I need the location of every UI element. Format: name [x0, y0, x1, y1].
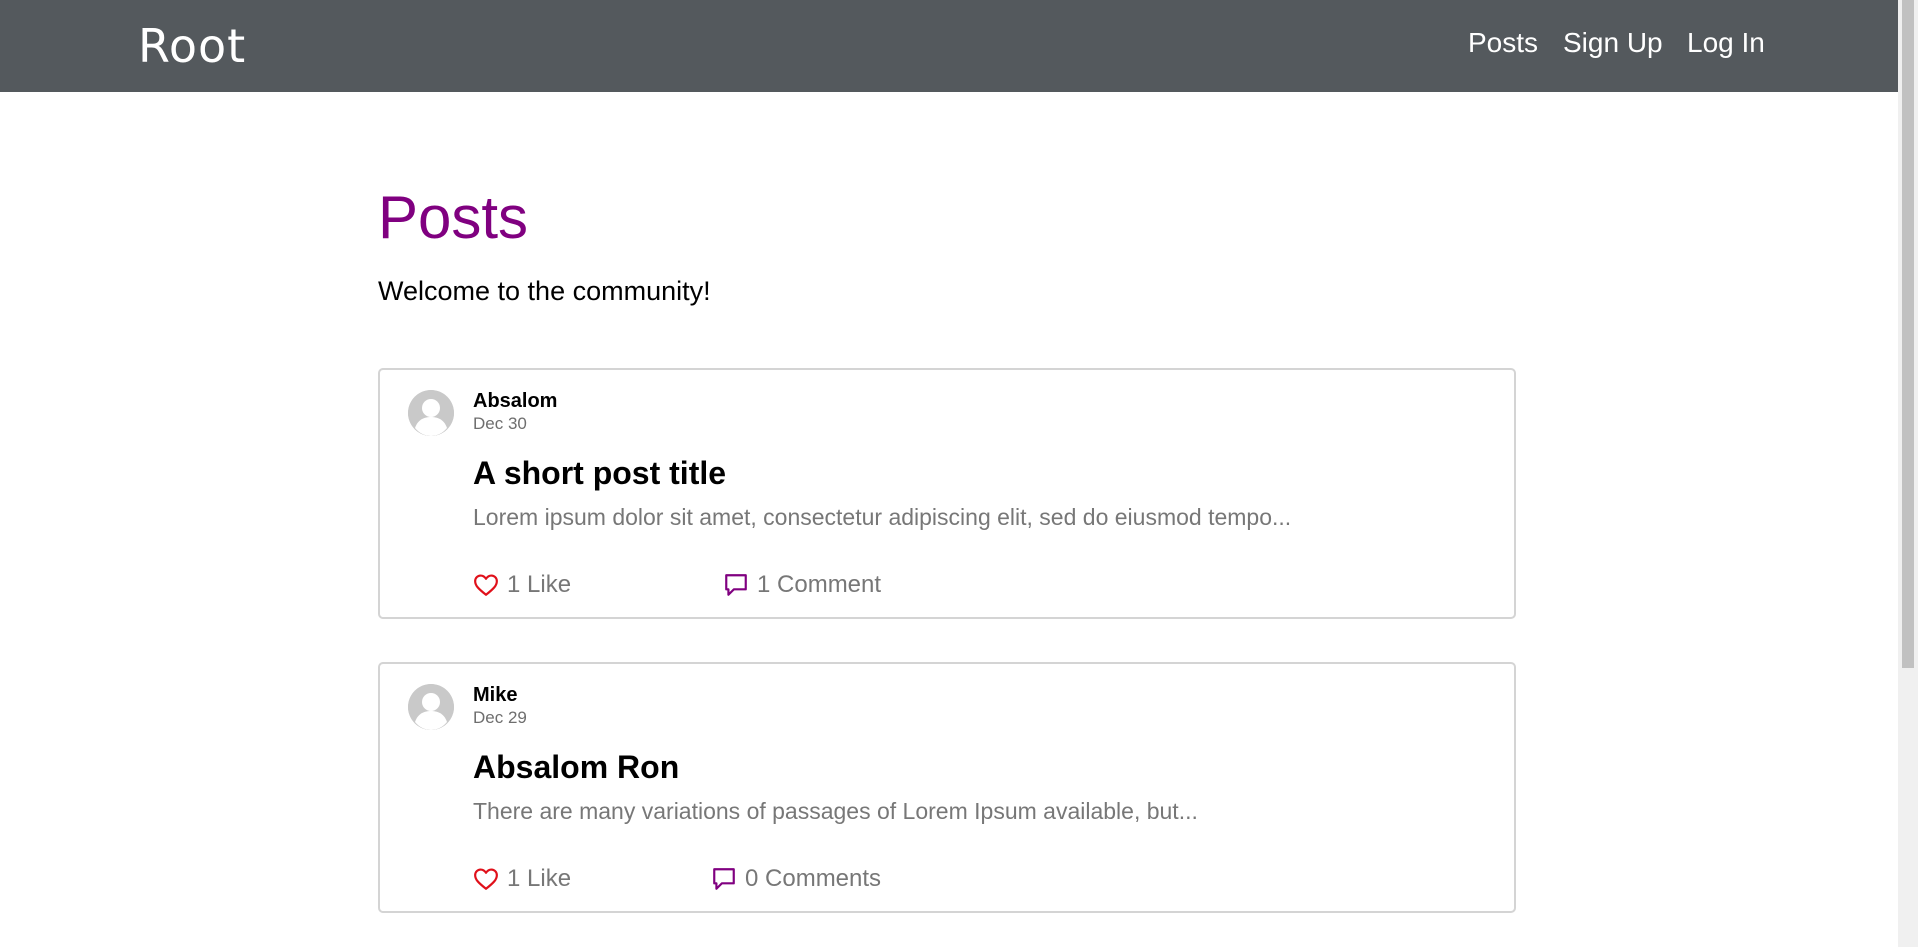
user-silhouette-icon: [408, 684, 454, 730]
page-subtitle: Welcome to the community!: [378, 276, 711, 306]
speech-bubble-icon: [723, 572, 749, 598]
post-date: Dec 30: [473, 414, 527, 433]
post-date: Dec 29: [473, 708, 527, 727]
nav-link-sign-up[interactable]: Sign Up: [1563, 26, 1663, 60]
comment-button[interactable]: 1 Comment: [723, 570, 881, 600]
comment-button[interactable]: 0 Comments: [711, 864, 881, 894]
heart-icon: [473, 866, 499, 892]
nav-link-posts[interactable]: Posts: [1468, 26, 1538, 60]
like-button[interactable]: 1 Like: [473, 864, 571, 894]
like-count: 1 Like: [507, 571, 572, 598]
speech-bubble-icon: [711, 866, 737, 892]
scrollbar-thumb[interactable]: [1902, 0, 1914, 668]
like-count: 1 Like: [507, 865, 572, 892]
post-title[interactable]: A short post title: [473, 454, 726, 492]
post-card[interactable]: Absalom Dec 30 A short post title Lorem …: [378, 368, 1516, 619]
page-title: Posts: [378, 184, 529, 251]
user-silhouette-icon: [408, 390, 454, 436]
post-author[interactable]: Mike: [473, 683, 517, 707]
comment-count: 0 Comments: [745, 865, 882, 892]
post-title[interactable]: Absalom Ron: [473, 748, 679, 786]
brand-logo[interactable]: Root: [138, 19, 246, 73]
nav-link-log-in[interactable]: Log In: [1687, 26, 1765, 60]
page-scrollbar[interactable]: [1898, 0, 1918, 947]
comment-count: 1 Comment: [757, 571, 882, 598]
post-excerpt: Lorem ipsum dolor sit amet, consectetur …: [473, 504, 1292, 530]
post-card[interactable]: Mike Dec 29 Absalom Ron There are many v…: [378, 662, 1516, 913]
top-navbar: Root Posts Sign Up Log In: [0, 0, 1898, 92]
heart-icon: [473, 572, 499, 598]
post-excerpt: There are many variations of passages of…: [473, 798, 1198, 824]
like-button[interactable]: 1 Like: [473, 570, 571, 600]
post-author[interactable]: Absalom: [473, 389, 557, 413]
